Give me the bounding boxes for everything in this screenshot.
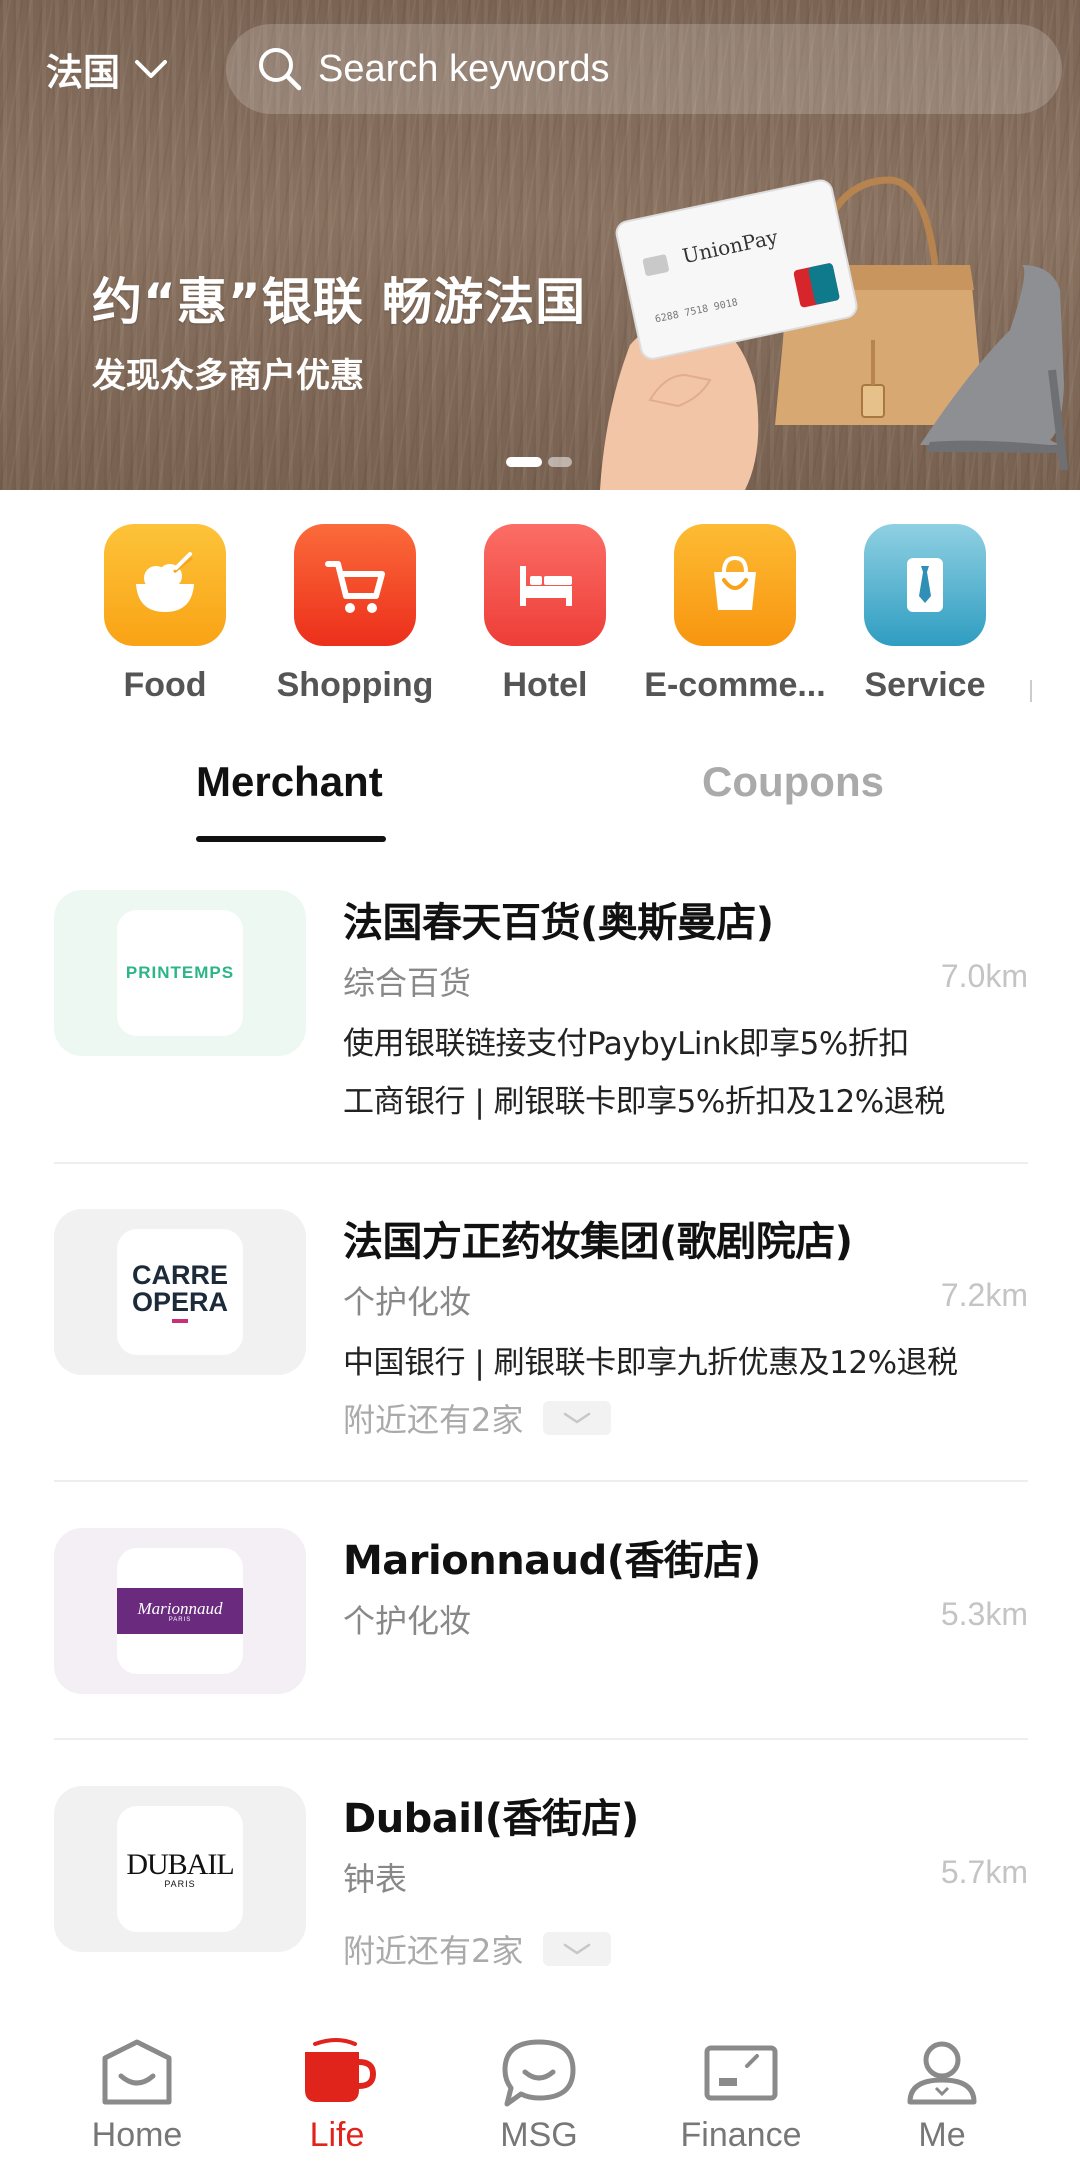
category-row: Food Shopping Hotel E-comme... Service: [0, 524, 1080, 724]
category-hotel[interactable]: Hotel: [450, 524, 640, 705]
user-icon: [907, 2041, 977, 2105]
category-label: Hotel: [502, 666, 588, 704]
merchant-offer: 使用银联链接支付PaybyLink即享5%折扣: [343, 1026, 909, 1062]
region-selector[interactable]: 法国: [46, 44, 168, 94]
merchant-item[interactable]: CARRE OPERA 法国方正药妆集团(歌剧院店) 个护化妆 7.2km 中国…: [54, 1209, 1028, 1439]
merchant-category: 综合百货: [343, 964, 472, 1002]
merchant-logo: PRINTEMPS: [54, 890, 306, 1056]
promo-banner[interactable]: 法国 Search keywords 约“惠”银联 畅游法国 发现众多商户优惠 …: [0, 0, 1080, 490]
card-icon: [704, 2045, 778, 2101]
divider: [54, 1738, 1028, 1740]
nav-home[interactable]: Home: [37, 2036, 237, 2155]
printemps-logo-text: PRINTEMPS: [125, 963, 235, 982]
carousel-dot: [548, 457, 572, 467]
nav-label: Finance: [680, 2116, 802, 2154]
merchant-logo: DUBAIL PARIS: [54, 1786, 306, 1952]
merchant-item[interactable]: PRINTEMPS 法国春天百货(奥斯曼店) 综合百货 7.0km 使用银联链接…: [54, 890, 1028, 1150]
region-label: 法国: [46, 51, 120, 94]
expand-button[interactable]: [543, 1932, 612, 1966]
banner-illustration: UnionPay 6288 7518 9018: [600, 176, 1068, 490]
nav-msg[interactable]: MSG: [439, 2036, 639, 2155]
opera-logo-text: OPERA: [131, 1286, 229, 1317]
expand-button[interactable]: [543, 1401, 612, 1435]
merchant-offer: 工商银行 | 刷银联卡即享5%折扣及12%退税: [343, 1084, 945, 1120]
tab-coupons[interactable]: Coupons: [702, 758, 884, 806]
divider: [54, 1162, 1028, 1164]
nav-label: Me: [918, 2116, 966, 2154]
category-food[interactable]: Food: [70, 524, 260, 705]
nearby-label: 附近还有2家: [343, 1932, 524, 1970]
dubail-logo-text: DUBAIL: [126, 1847, 234, 1881]
chevron-down-icon: [135, 60, 167, 78]
merchant-item[interactable]: Marionnaud PARIS Marionnaud(香街店) 个护化妆 5.…: [54, 1528, 1028, 1698]
nearby-label: 附近还有2家: [343, 1401, 524, 1439]
merchant-distance: 7.2km: [940, 1277, 1028, 1313]
merchant-category: 个护化妆: [343, 1602, 472, 1640]
bottom-nav: Home Life MSG Finance Me: [0, 2000, 1080, 2178]
merchant-name: 法国春天百货(奥斯曼店): [343, 900, 774, 946]
nav-label: Life: [309, 2116, 365, 2154]
tab-merchant[interactable]: Merchant: [196, 758, 383, 806]
shopping-bag-icon: [674, 524, 796, 646]
merchant-name: Dubail(香街店): [343, 1796, 639, 1842]
carre-logo-text: CARRE: [131, 1259, 228, 1290]
nav-finance[interactable]: Finance: [641, 2036, 841, 2155]
merchant-distance: 7.0km: [940, 958, 1028, 994]
merchant-category: 钟表: [343, 1860, 408, 1898]
search-input[interactable]: Search keywords: [226, 24, 1062, 114]
chevron-down-icon: [564, 1943, 591, 1955]
category-shopping[interactable]: Shopping: [260, 524, 450, 705]
cart-icon: [294, 524, 416, 646]
rice-bowl-icon: [104, 524, 226, 646]
category-ecommerce[interactable]: E-comme...: [640, 524, 830, 705]
search-icon: [259, 48, 302, 91]
tie-icon: [864, 524, 986, 646]
nearby-branches[interactable]: 附近还有2家: [343, 1395, 612, 1441]
category-label: E-comme...: [644, 666, 826, 704]
active-tab-indicator: [196, 836, 386, 842]
merchant-name: Marionnaud(香街店): [343, 1538, 761, 1584]
merchant-name: 法国方正药妆集团(歌剧院店): [343, 1219, 853, 1265]
merchant-item[interactable]: DUBAIL PARIS Dubail(香街店) 钟表 5.7km 附近还有2家: [54, 1786, 1028, 1986]
category-label: Food: [123, 666, 207, 704]
nearby-branches[interactable]: 附近还有2家: [343, 1926, 612, 1972]
nav-life[interactable]: Life: [237, 2036, 437, 2155]
marionnaud-logo-text: Marionnaud: [137, 1598, 223, 1618]
carousel-dot-active: [506, 457, 542, 467]
banner-title: 约“惠”银联 畅游法国: [92, 273, 587, 331]
category-label: Shopping: [276, 666, 434, 704]
home-icon: [102, 2039, 172, 2105]
nav-label: Home: [91, 2116, 183, 2154]
nav-me[interactable]: Me: [842, 2036, 1042, 2155]
category-label: Service: [864, 666, 986, 704]
merchant-category: 个护化妆: [343, 1283, 472, 1321]
merchant-distance: 5.7km: [940, 1854, 1028, 1890]
banner-subtitle: 发现众多商户优惠: [92, 356, 364, 396]
nav-label: MSG: [500, 2116, 578, 2154]
merchant-offer: 中国银行 | 刷银联卡即享九折优惠及12%退税: [343, 1345, 958, 1381]
carousel-indicator: [506, 457, 572, 467]
merchant-distance: 5.3km: [940, 1596, 1028, 1632]
bed-icon: [484, 524, 606, 646]
chat-bubble-icon: [502, 2039, 576, 2107]
scroll-hint: [1030, 680, 1032, 702]
divider: [54, 1480, 1028, 1482]
search-placeholder: Search keywords: [318, 47, 610, 90]
merchant-logo: CARRE OPERA: [54, 1209, 306, 1375]
merchant-logo: Marionnaud PARIS: [54, 1528, 306, 1694]
chevron-down-icon: [564, 1412, 591, 1424]
cup-icon: [305, 2038, 377, 2102]
category-service[interactable]: Service: [830, 524, 1020, 705]
